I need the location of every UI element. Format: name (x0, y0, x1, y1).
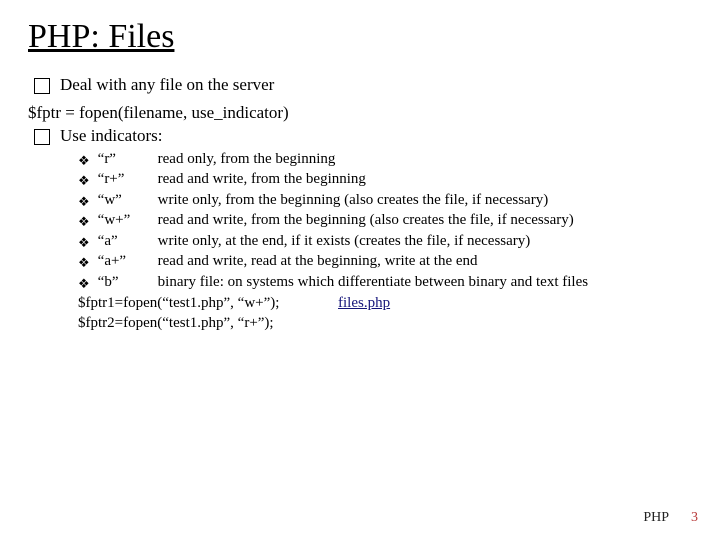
mode-text: “r+”read and write, from the beginning (98, 170, 692, 190)
slide-title: PHP: Files (28, 18, 692, 56)
square-bullet-icon (34, 78, 50, 94)
diamond-bullet-icon: ❖ (78, 277, 90, 290)
mode-list: ❖ “r”read only, from the beginning ❖ “r+”re… (78, 150, 692, 293)
mode-text: “r”read only, from the beginning (98, 150, 692, 170)
list-item: Deal with any file on the server (28, 74, 692, 97)
diamond-bullet-icon: ❖ (78, 236, 90, 249)
bullet-text: Use indicators: (60, 125, 692, 148)
code-line: $fptr = fopen(filename, use_indicator) (28, 103, 692, 123)
square-bullet-icon (34, 129, 50, 145)
example-code: $fptr2=fopen(“test1.php”, “r+”); (78, 314, 338, 334)
examples-block: $fptr1=fopen(“test1.php”, “w+”); files.p… (78, 294, 692, 333)
list-item: ❖ “b”binary file: on systems which differ… (78, 273, 692, 293)
page-number: 3 (691, 510, 698, 526)
bullet-text: Deal with any file on the server (60, 74, 692, 97)
footer-label: PHP (643, 510, 669, 526)
mode-text: “a”write only, at the end, if it exists … (98, 232, 692, 252)
list-item: ❖ “r+”read and write, from the beginning (78, 170, 692, 190)
mode-text: “b”binary file: on systems which differe… (98, 273, 692, 293)
mode-text: “w+”read and write, from the beginning (… (98, 211, 692, 231)
files-link[interactable]: files.php (338, 295, 390, 312)
mode-text: “a+”read and write, read at the beginnin… (98, 252, 692, 272)
list-item: ❖ “w”write only, from the beginning (also… (78, 191, 692, 211)
list-item: ❖ “a+”read and write, read at the beginni… (78, 252, 692, 272)
diamond-bullet-icon: ❖ (78, 195, 90, 208)
diamond-bullet-icon: ❖ (78, 154, 90, 167)
diamond-bullet-icon: ❖ (78, 174, 90, 187)
slide-footer: PHP 3 (643, 510, 698, 526)
list-item: ❖ “w+”read and write, from the beginning … (78, 211, 692, 231)
list-item: Use indicators: (28, 125, 692, 148)
diamond-bullet-icon: ❖ (78, 215, 90, 228)
list-item: ❖ “r”read only, from the beginning (78, 150, 692, 170)
diamond-bullet-icon: ❖ (78, 256, 90, 269)
slide: PHP: Files Deal with any file on the ser… (0, 0, 720, 333)
example-code: $fptr1=fopen(“test1.php”, “w+”); (78, 294, 338, 314)
list-item: ❖ “a”write only, at the end, if it exists… (78, 232, 692, 252)
mode-text: “w”write only, from the beginning (also … (98, 191, 692, 211)
